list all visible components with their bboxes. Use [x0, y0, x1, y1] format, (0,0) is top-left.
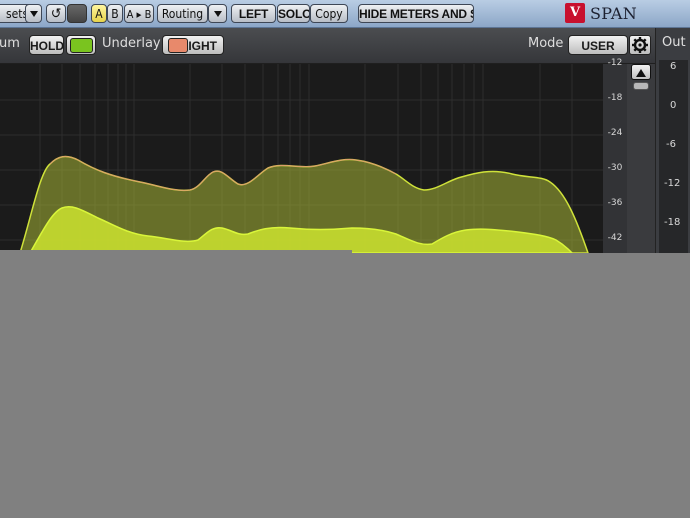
ab-b-button[interactable]: B	[107, 4, 123, 23]
out-tick: -12	[664, 178, 681, 189]
copy-button[interactable]: Copy	[310, 4, 348, 23]
output-meter: 6 0 -6 -12 -18	[659, 60, 688, 253]
db-tick: -24	[607, 128, 623, 138]
triangle-up-icon	[636, 69, 646, 77]
routing-button[interactable]: Routing	[157, 4, 208, 23]
hold-color-button[interactable]	[66, 35, 96, 55]
chevron-down-icon	[29, 10, 38, 17]
settings-button[interactable]	[629, 35, 651, 55]
db-tick: -42	[607, 233, 623, 243]
scroll-up-button[interactable]	[631, 64, 651, 80]
out-tick: -18	[664, 217, 681, 228]
ab-a-label: A	[95, 7, 103, 21]
spectrum-display[interactable]	[0, 64, 603, 253]
left-label: LEFT	[238, 7, 269, 21]
hold-label: HOLD	[30, 39, 64, 53]
range-scroll-area	[627, 64, 655, 253]
left-channel-button[interactable]: LEFT	[231, 4, 276, 23]
out-tick: 6	[670, 61, 677, 72]
voxengo-logo: V	[565, 3, 585, 23]
routing-label: Routing	[161, 7, 204, 21]
hold-color-swatch	[70, 38, 93, 53]
out-tick: -6	[666, 139, 676, 150]
presets-dropdown-button[interactable]	[25, 4, 42, 23]
underlay-color-swatch	[168, 38, 188, 53]
ab-b-label: B	[111, 7, 119, 21]
gear-icon	[632, 37, 648, 53]
solo-button[interactable]: SOLO	[277, 4, 310, 23]
hide-meters-button[interactable]: HIDE METERS AND STATS	[358, 4, 474, 23]
redo-button[interactable]	[67, 4, 87, 23]
db-tick: -30	[607, 163, 623, 173]
solo-label: SOLO	[278, 7, 310, 21]
routing-dropdown-button[interactable]	[208, 4, 227, 23]
undo-button[interactable]: ↺	[46, 4, 66, 23]
truncated-label: um	[0, 36, 20, 51]
out-tick: 0	[670, 100, 677, 111]
underlay-label: Underlay	[102, 36, 161, 51]
ab-copy-label: A ▸ B	[126, 8, 152, 21]
db-scale: -12 -18 -24 -30 -36 -42	[603, 58, 627, 253]
brand-title: SPAN	[590, 4, 638, 23]
output-meter-panel: Out 6 0 -6 -12 -18	[655, 28, 690, 253]
display-controls-bar: um HOLD Underlay RIGHT Mode USER	[0, 28, 655, 64]
underlay-right-button[interactable]: RIGHT	[162, 35, 224, 55]
out-label: Out	[662, 35, 686, 50]
mode-label: Mode	[528, 36, 564, 51]
hide-meters-label: HIDE METERS AND STATS	[359, 7, 473, 21]
logo-letter: V	[569, 5, 581, 20]
top-toolbar: sets ↺ A B A ▸ B Routing LEFT SOLO Copy …	[0, 0, 690, 28]
ab-a-button[interactable]: A	[91, 4, 107, 23]
mode-value: USER	[581, 39, 615, 53]
db-tick: -18	[607, 93, 623, 103]
undo-icon: ↺	[50, 6, 62, 22]
hold-button[interactable]: HOLD	[29, 35, 64, 55]
copy-label: Copy	[315, 7, 343, 21]
mode-select[interactable]: USER	[568, 35, 628, 55]
ab-copy-button[interactable]: A ▸ B	[124, 4, 154, 23]
scroll-thumb[interactable]	[633, 82, 649, 90]
spectrum-graph	[0, 64, 603, 253]
db-tick: -36	[607, 198, 623, 208]
blank-area	[0, 253, 690, 518]
db-tick: -12	[607, 58, 623, 68]
chevron-down-icon	[213, 10, 222, 17]
